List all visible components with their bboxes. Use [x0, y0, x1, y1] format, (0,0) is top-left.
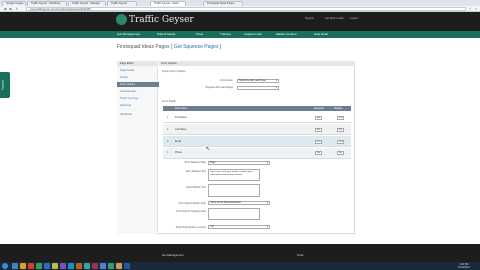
redirect-text-area[interactable]: Great now check your email to confirm yo… [208, 169, 260, 181]
field-required-select[interactable]: No [315, 116, 322, 120]
field-row-num: 4 [167, 151, 169, 154]
nav-item[interactable]: Get Management [117, 32, 140, 36]
taskbar-app-icon[interactable] [76, 263, 82, 269]
field-row-name: Phone [175, 151, 182, 154]
star-icon[interactable]: ☆ [468, 7, 472, 11]
sidebar-item-thank-you[interactable]: Thank You Page [120, 97, 138, 100]
thank-button-select[interactable]: Yes [208, 225, 270, 229]
taskbar-app-icon[interactable] [36, 263, 42, 269]
sidebar-item-form-options[interactable]: Form Options [117, 82, 159, 87]
reload-icon[interactable]: ↻ [15, 7, 19, 11]
logo-icon[interactable] [116, 14, 127, 25]
field-display-select[interactable]: Yes [337, 140, 344, 144]
field-row-name: Last Name [175, 128, 187, 131]
taskbar-app-icon[interactable] [68, 263, 74, 269]
taskbar-app-icon[interactable] [100, 263, 106, 269]
taskbar-app-icon[interactable] [20, 263, 26, 269]
form-options-header: Form Options [159, 61, 355, 66]
fields-section-title: Form Fields [162, 100, 176, 103]
menu-icon[interactable]: ≡ [474, 7, 478, 11]
taskbar-app-icon[interactable] [12, 263, 18, 269]
field-row-num: 1 [167, 116, 169, 119]
tracking-code-label: Form Submit Tracking Code [176, 210, 206, 213]
sidebar-item-advanced[interactable]: Advanced [120, 104, 131, 107]
integrate-label: Integrate with Lead Pages [205, 86, 233, 89]
tracking-code-area[interactable] [208, 208, 260, 220]
redirect-label: Form Redirect Page [184, 161, 206, 164]
col-field-name: Field Name [175, 107, 188, 110]
col-display: Display [334, 107, 342, 110]
submit-text-area[interactable] [208, 184, 260, 197]
nav-item[interactable]: Help Desk [314, 32, 328, 36]
field-row-name: First Name [175, 116, 187, 119]
button-style-label: Form Submit Button Style [178, 202, 206, 205]
taskbar-app-icon[interactable] [116, 263, 122, 269]
nav-item[interactable]: Market Content [276, 32, 297, 36]
sidebar-header: Page Editor [117, 61, 158, 66]
forward-icon[interactable]: ▶ [9, 7, 13, 11]
nav-item[interactable]: Tools [196, 32, 203, 36]
button-style-select[interactable]: Yellow Arrow Rounded Bottom [208, 201, 270, 205]
field-row [163, 136, 351, 147]
field-row [163, 112, 351, 123]
sidebar-item-page-details[interactable]: Page Details [120, 69, 134, 72]
field-display-select[interactable]: Yes [337, 116, 344, 120]
support-tab-label: Support [0, 79, 5, 91]
optin-section-title: Opt-in Form Options [162, 70, 186, 73]
main-nav [0, 31, 480, 38]
footer-col-title: Tools [297, 253, 304, 257]
redirect-text-label: Form Redirect Text [185, 170, 206, 173]
taskbar-app-icon[interactable] [84, 263, 90, 269]
site-footer [0, 244, 480, 262]
field-row-name: Email [175, 140, 181, 143]
thank-button-label: Show Thank Button on Form [175, 226, 206, 229]
taskbar-app-icon[interactable] [124, 263, 130, 269]
site-header [0, 12, 480, 31]
nav-item[interactable]: Submit Media [157, 32, 175, 36]
field-row [163, 148, 351, 159]
redirect-select[interactable]: Page [208, 161, 270, 165]
field-display-select[interactable]: No [337, 128, 344, 132]
taskbar-app-icon[interactable] [108, 263, 114, 269]
taskbar-app-icon[interactable] [44, 263, 50, 269]
nav-item[interactable]: Capture Lists [244, 32, 262, 36]
taskbar-app-icon[interactable] [92, 263, 98, 269]
taskbar-app-icon[interactable] [52, 263, 58, 269]
clock-date: 10/11/2013 [458, 266, 470, 269]
get-pages-link[interactable]: [ Get Squeeze Pages ] [171, 44, 221, 50]
footer-col-title: Get Management [162, 253, 184, 257]
taskbar-app-icon[interactable] [28, 263, 34, 269]
form-action-select[interactable]: Subscribe with Lead Page [237, 79, 279, 83]
field-row [163, 124, 351, 135]
sidebar-item-autoresponder[interactable]: Autoresponder [120, 90, 136, 93]
top-link-support[interactable]: Support [305, 17, 314, 20]
nav-item[interactable]: Training [220, 32, 231, 36]
back-icon[interactable]: ◀ [3, 7, 7, 11]
taskbar-clock[interactable]: 1:23 PM 10/11/2013 [458, 263, 470, 269]
page-title: Firstsquad Ideas Pages [ Get Squeeze Pag… [117, 44, 221, 50]
field-required-select[interactable]: No [315, 128, 322, 132]
sidebar-item-add-media[interactable]: Add Media [120, 113, 132, 116]
col-required: Required [314, 107, 324, 110]
field-row-num: 3 [167, 140, 169, 143]
mouse-cursor-icon: ↖ [206, 146, 211, 152]
url-input[interactable]: www.trafficgeyser.com/members/squeeze/ed… [26, 7, 466, 11]
taskbar-app-icon[interactable] [60, 263, 66, 269]
integrate-select[interactable] [237, 86, 279, 90]
form-action-label: Form Action [220, 79, 233, 82]
submit-text-label: Submit Button Text [185, 186, 206, 189]
page-title-text: Firstsquad Ideas Pages [117, 44, 170, 50]
site-logo[interactable]: Traffic Geyser [129, 15, 194, 25]
field-required-select[interactable]: No [315, 151, 322, 155]
top-link-leads[interactable]: Get More Leads [325, 17, 344, 20]
sidebar-item-design[interactable]: Design [120, 76, 128, 79]
field-row-num: 2 [167, 128, 169, 131]
field-display-select[interactable]: No [337, 151, 344, 155]
top-link-logout[interactable]: Logout [350, 17, 358, 20]
start-button-icon[interactable] [2, 263, 8, 269]
field-required-select[interactable]: Yes [315, 140, 322, 144]
